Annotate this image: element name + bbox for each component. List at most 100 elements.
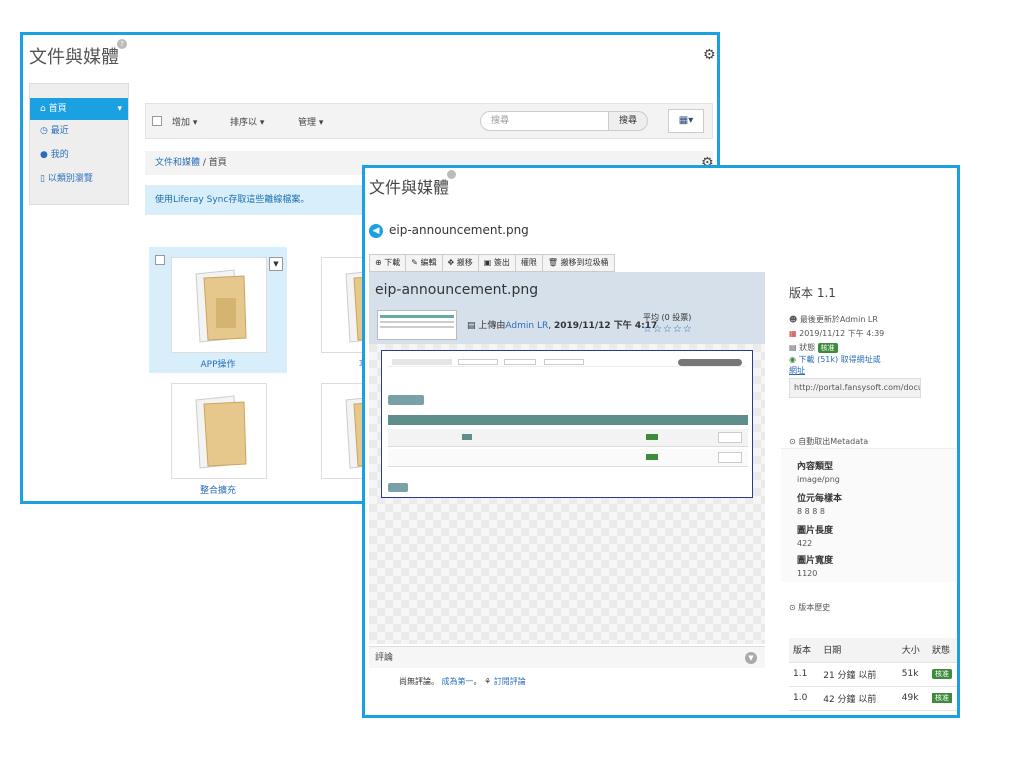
image-preview [369, 344, 765, 644]
user-icon: ● [40, 150, 48, 160]
sidebar-item-recent[interactable]: ◷ 最近 [30, 120, 128, 142]
no-comments-text: 尚無評論。 [399, 677, 439, 686]
chevron-down-icon[interactable]: ▼ [745, 652, 757, 664]
chevron-down-icon: ⊙ [789, 437, 796, 446]
toolbar: 增加 ▾ 排序以 ▾ 管理 ▾ 搜尋 搜尋 ▦▾ [145, 103, 713, 139]
file-header: eip-announcement.png ▤ 上傳由Admin LR, 2019… [369, 272, 765, 344]
date-cell: 42 分鐘 以前 [819, 686, 898, 711]
file-info-panel: 版本 1.1 ☻ 最後更新於Admin LR ▦ 2019/11/12 下午 4… [781, 248, 957, 715]
webdav-link[interactable]: 網址 [789, 365, 805, 376]
comments-body: 尚無評論。 成為第一。 ⚘ 訂閱評論 [399, 677, 526, 686]
date-cell: 21 分鐘 以前 [819, 662, 898, 687]
version-cell: 1.1 [789, 662, 820, 687]
calendar-icon: ▦ [789, 329, 797, 338]
back-arrow-icon[interactable]: ◀ [369, 224, 383, 238]
metadata-box: 內容類型 image/png 位元每樣本 8 8 8 8 圖片長度 422 圖片… [781, 448, 957, 582]
download-button[interactable]: ⊕ 下載 [369, 254, 407, 272]
move-button[interactable]: ✥ 搬移 [441, 254, 479, 272]
permissions-button[interactable]: 權限 [514, 254, 543, 272]
sidebar-item-label: 以類別瀏覽 [47, 174, 93, 184]
clock-icon: ◷ [40, 126, 48, 136]
search-button[interactable]: 搜尋 [608, 111, 648, 131]
status-badge: 核准 [932, 669, 953, 679]
sort-menu[interactable]: 排序以 ▾ [230, 115, 264, 128]
status-icon: ▤ [789, 343, 797, 352]
help-icon[interactable]: ? [117, 39, 127, 49]
rating-stars[interactable]: ☆☆☆☆☆ [643, 324, 693, 335]
metadata-key: 圖片長度 [797, 526, 834, 536]
tile-checkbox[interactable] [155, 255, 165, 265]
column-header: 版本 [789, 638, 820, 663]
auto-metadata-toggle[interactable]: ⊙ 自動取出Metadata [789, 436, 868, 447]
folder-tile[interactable]: ▼ APP操作 [149, 247, 287, 373]
comments-header[interactable]: 評論 ▼ [369, 646, 765, 668]
document-title: eip-announcement.png [389, 223, 529, 237]
column-header: 狀態 [928, 638, 957, 663]
sidebar-item-label: 我的 [50, 150, 69, 160]
front-window: 文件與媒體 ◀ eip-announcement.png ⊕ 下載 ✎ 編輯 ✥… [362, 165, 960, 718]
tile-label[interactable]: APP操作 [149, 357, 287, 370]
sidebar-item-home[interactable]: ⌂ 首頁 ▾ [30, 98, 128, 120]
table-row[interactable]: 1.0 42 分鐘 以前 49k 核准 [789, 686, 957, 711]
download-icon: ⊕ [375, 258, 382, 267]
version-label: 版本 1.1 [789, 286, 836, 300]
move-to-trash-button[interactable]: 🗑 搬移到垃圾桶 [541, 254, 615, 272]
subscribe-comments-link[interactable]: 訂閱評論 [494, 677, 526, 686]
sidebar-item-mine[interactable]: ● 我的 [30, 144, 128, 166]
updated-date: ▦ 2019/11/12 下午 4:39 [789, 329, 885, 338]
breadcrumb-root[interactable]: 文件和媒體 [155, 158, 200, 168]
sync-info-alert: 使用Liferay Sync存取這些離線檔案。 [145, 185, 375, 215]
status-cell: 核准 [928, 686, 957, 711]
gear-icon[interactable]: ⚙ [703, 47, 716, 63]
subscribe-icon: ⚘ [484, 677, 492, 686]
breadcrumb-current: 首頁 [208, 158, 227, 168]
add-menu[interactable]: 增加 ▾ [172, 115, 197, 128]
download-link[interactable]: ◉ 下載 (51k) 取得網址或 [789, 354, 881, 365]
display-style-button[interactable]: ▦▾ [668, 109, 704, 133]
version-history-toggle[interactable]: ⊙ 版本歷史 [789, 602, 830, 613]
metadata-value: 8 8 8 8 [797, 507, 825, 516]
upload-date: 2019/11/12 下午 4:17 [553, 321, 658, 331]
tile-label[interactable]: 整合擴充 [149, 483, 287, 496]
upload-info: ▤ 上傳由Admin LR, 2019/11/12 下午 4:17 [467, 321, 658, 331]
lock-icon: ▣ [483, 258, 492, 267]
help-icon[interactable] [447, 170, 456, 179]
metadata-value: image/png [797, 475, 840, 484]
preview-image-toolbar [388, 359, 746, 367]
metadata-key: 圖片寬度 [797, 556, 834, 566]
folder-icon [195, 395, 247, 469]
document-icon: ▯ [40, 174, 45, 184]
move-icon: ✥ [447, 258, 455, 267]
action-toolbar: ⊕ 下載 ✎ 編輯 ✥ 搬移 ▣ 簽出 權限 🗑 搬移到垃圾桶 [369, 254, 615, 272]
folder-tile[interactable]: 整合擴充 [149, 373, 287, 499]
url-field[interactable]: http://portal.fansysoft.com/docum [789, 378, 921, 398]
status-badge: 核准 [817, 343, 838, 353]
sidebar: ⌂ 首頁 ▾ ◷ 最近 ● 我的 ▯ 以類別瀏覽 [29, 83, 129, 205]
back-window-title: 文件與媒體 [29, 47, 119, 68]
status-row: ▤ 狀態 核准 [789, 342, 838, 353]
uploader-link[interactable]: Admin LR [505, 321, 548, 331]
file-header-title: eip-announcement.png [375, 282, 539, 298]
breadcrumb-separator: / [200, 158, 209, 168]
chevron-down-icon: ▾ [117, 104, 122, 114]
table-row[interactable]: 1.1 21 分鐘 以前 51k 核准 [789, 662, 957, 687]
metadata-key: 內容類型 [797, 462, 834, 472]
preview-image [381, 350, 753, 498]
sidebar-item-label: 最近 [50, 126, 69, 136]
sidebar-item-categories[interactable]: ▯ 以類別瀏覽 [30, 168, 128, 190]
select-all-checkbox[interactable] [152, 116, 162, 126]
manage-menu[interactable]: 管理 ▾ [298, 115, 323, 128]
trash-icon: 🗑 [547, 258, 559, 267]
status-cell: 核准 [928, 662, 957, 687]
folder-icon [195, 269, 247, 343]
tile-menu-button[interactable]: ▼ [269, 257, 283, 271]
front-window-title: 文件與媒體 [369, 178, 450, 197]
metadata-value: 1120 [797, 569, 818, 578]
file-icon: ▤ [467, 321, 476, 331]
column-header: 大小 [897, 638, 929, 663]
edit-button[interactable]: ✎ 編輯 [405, 254, 443, 272]
checkout-button[interactable]: ▣ 簽出 [477, 254, 516, 272]
file-thumbnail[interactable] [377, 310, 457, 340]
be-first-link[interactable]: 成為第一 [442, 677, 474, 686]
status-badge: 核准 [932, 693, 953, 703]
